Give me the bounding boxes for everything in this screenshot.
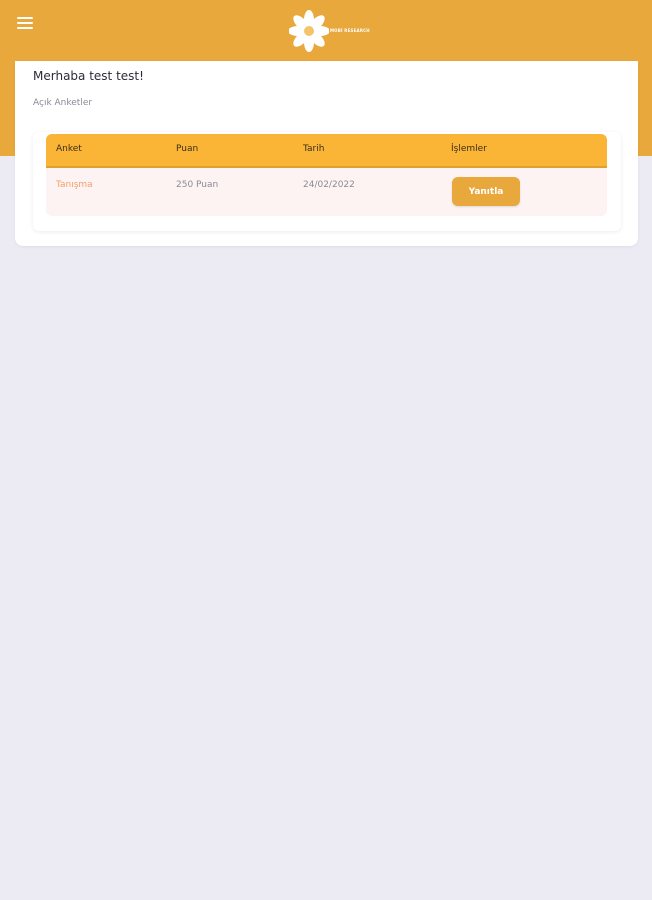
survey-points: 250 Puan: [176, 180, 219, 190]
section-title: Açık Anketler: [33, 98, 93, 108]
brand-logo[interactable]: MOBİ RESEARCH: [289, 8, 370, 54]
survey-name[interactable]: Tanışma: [56, 180, 93, 190]
greeting-text: Merhaba test test!: [33, 69, 144, 83]
hamburger-menu-icon[interactable]: [17, 14, 39, 32]
column-header-survey: Anket: [56, 144, 82, 154]
column-header-actions: İşlemler: [451, 144, 487, 154]
column-header-date: Tarih: [303, 144, 325, 154]
table-row: Tanışma 250 Puan 24/02/2022 Yanıtla: [46, 168, 607, 216]
flower-logo-icon: [289, 10, 329, 52]
survey-date: 24/02/2022: [303, 180, 355, 190]
surveys-table: Anket Puan Tarih İşlemler Tanışma 250 Pu…: [33, 132, 621, 231]
answer-button[interactable]: Yanıtla: [452, 177, 520, 206]
page: MOBİ RESEARCH Merhaba test test! Açık An…: [0, 0, 652, 900]
column-header-points: Puan: [176, 144, 199, 154]
top-bar: MOBİ RESEARCH: [0, 0, 652, 60]
table-header: Anket Puan Tarih İşlemler: [46, 134, 607, 168]
brand-text: MOBİ RESEARCH: [330, 28, 370, 33]
surveys-card: Merhaba test test! Açık Anketler Anket P…: [15, 61, 638, 246]
